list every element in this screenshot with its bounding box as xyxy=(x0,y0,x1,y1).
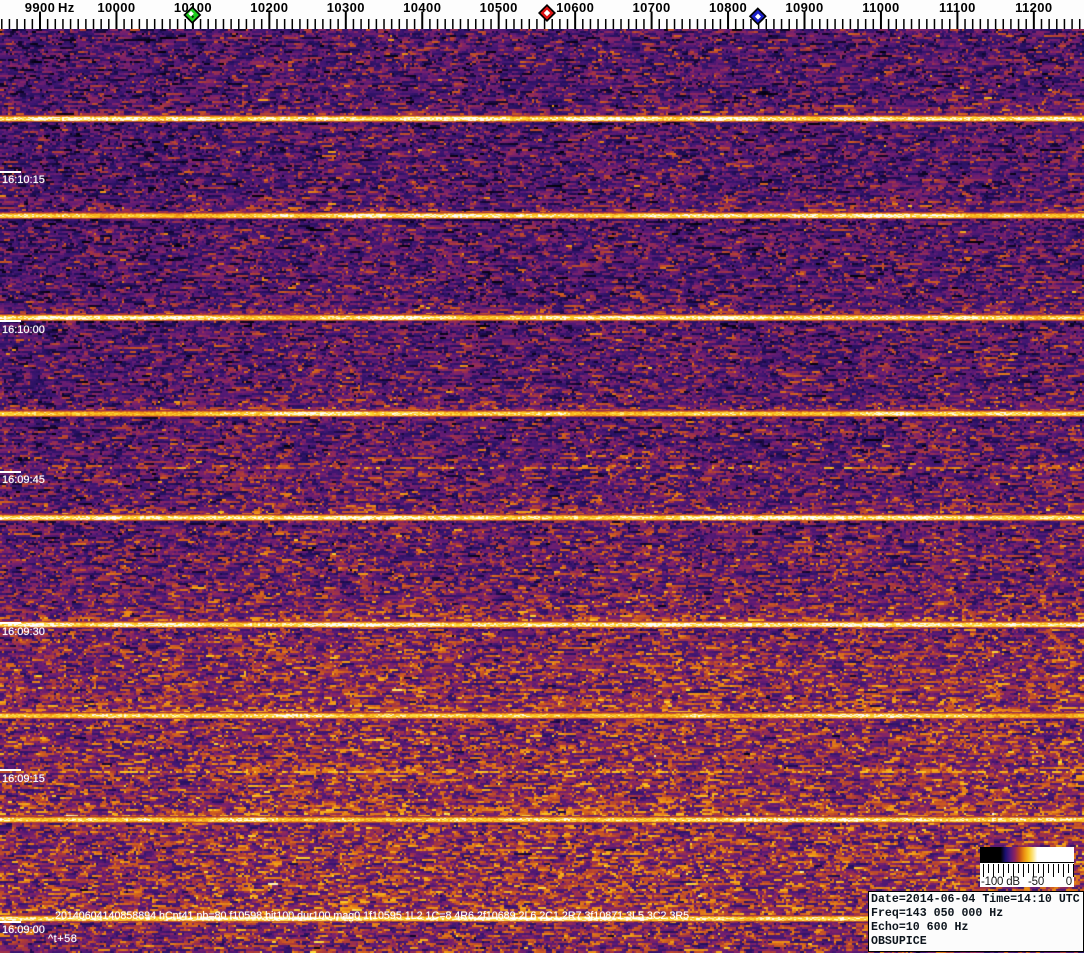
svg-text:9900: 9900 xyxy=(25,0,56,15)
svg-text:10200: 10200 xyxy=(250,0,288,15)
svg-text:10500: 10500 xyxy=(480,0,518,15)
svg-text:11100: 11100 xyxy=(939,0,976,15)
svg-text:Hz: Hz xyxy=(58,0,75,15)
svg-text:10000: 10000 xyxy=(97,0,135,15)
svg-text:10300: 10300 xyxy=(327,0,365,15)
svg-text:10800: 10800 xyxy=(709,0,747,15)
svg-text:10700: 10700 xyxy=(633,0,671,15)
svg-text:11000: 11000 xyxy=(862,0,899,15)
svg-text:10900: 10900 xyxy=(785,0,823,15)
svg-text:11200: 11200 xyxy=(1015,0,1052,15)
svg-text:10400: 10400 xyxy=(403,0,441,15)
svg-text:10600: 10600 xyxy=(556,0,594,15)
